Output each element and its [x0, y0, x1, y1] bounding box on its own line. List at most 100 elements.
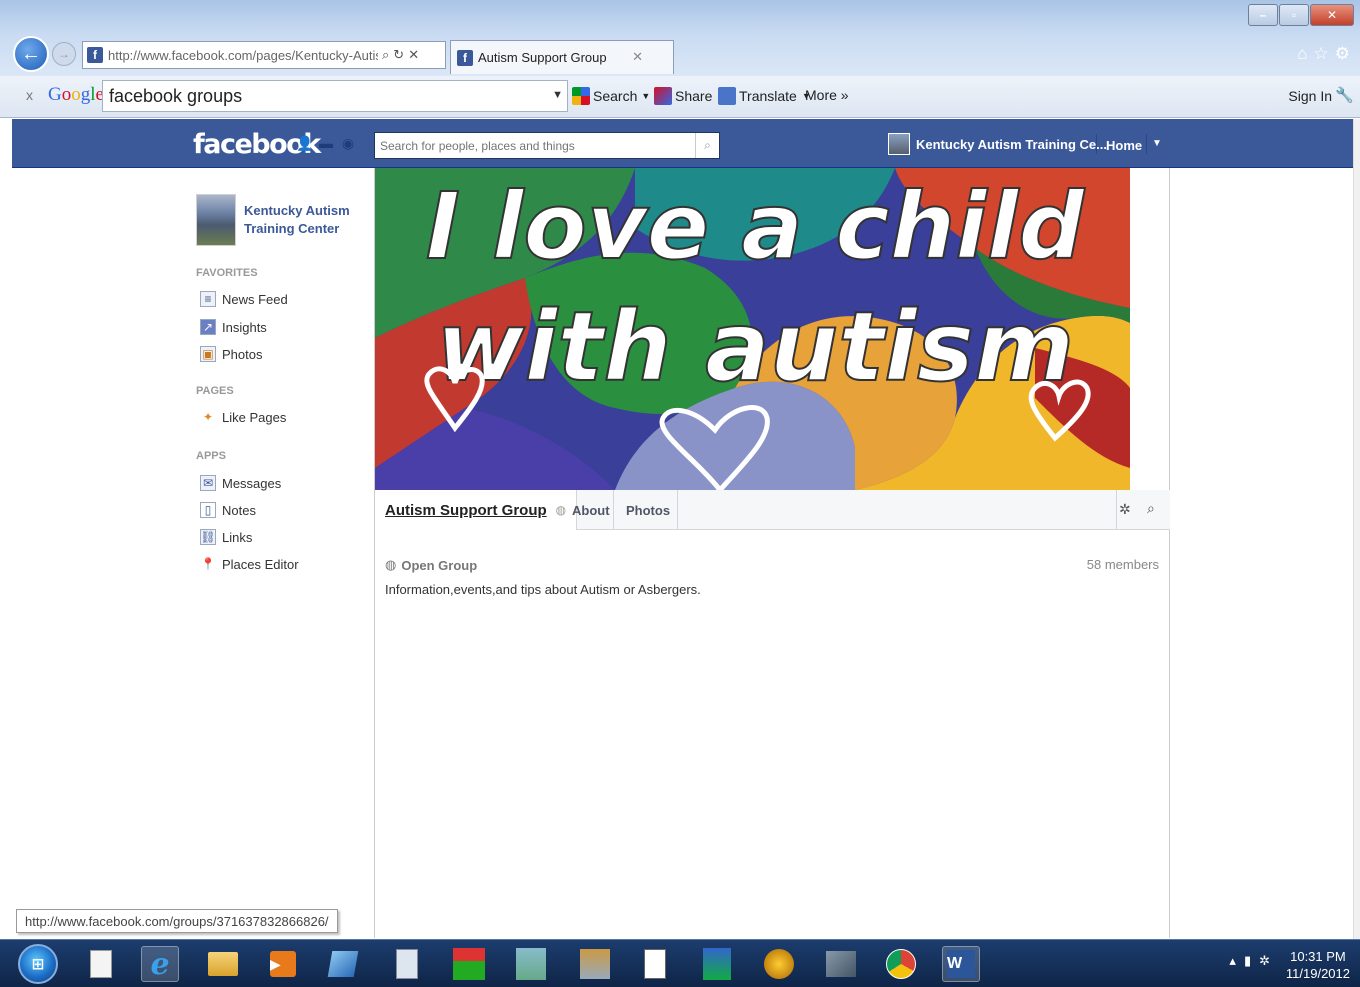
- network-icon[interactable]: ▮: [1244, 953, 1259, 968]
- messages-jewel-icon[interactable]: ▬: [318, 135, 334, 151]
- tab-close-icon[interactable]: ✕: [632, 49, 643, 65]
- back-button[interactable]: ←: [13, 36, 49, 72]
- wrench-icon[interactable]: 🔧: [1335, 86, 1354, 104]
- home-link[interactable]: Home: [1106, 138, 1142, 153]
- page-thumbnail[interactable]: [196, 194, 236, 246]
- notes-icon: ▯: [200, 502, 216, 518]
- profile-avatar: [888, 133, 910, 155]
- sidebar-item-notes[interactable]: ▯ Notes: [200, 502, 256, 518]
- close-window-button[interactable]: ✕: [1310, 4, 1354, 26]
- game-character-icon[interactable]: [698, 946, 736, 982]
- cover-image: I love a child with autism: [375, 168, 1130, 490]
- share-button[interactable]: Share: [654, 87, 712, 105]
- group-name-tab[interactable]: Autism Support Group ◍: [375, 490, 578, 530]
- internet-explorer-icon[interactable]: e: [141, 946, 179, 982]
- more-button[interactable]: More »: [805, 87, 849, 103]
- facebook-search-input[interactable]: [380, 138, 690, 153]
- dropbox-icon[interactable]: ✲: [1259, 953, 1278, 968]
- notepad-icon[interactable]: [82, 946, 120, 982]
- group-content: I love a child with autism Autism Suppor…: [374, 168, 1170, 938]
- system-tray: ▴▮✲: [1229, 953, 1278, 969]
- game-bird-icon[interactable]: [760, 946, 798, 982]
- browser-tab[interactable]: f Autism Support Group ✕: [450, 40, 674, 74]
- section-title-apps: APPS: [196, 450, 226, 462]
- media-player-icon[interactable]: ▶: [264, 946, 302, 982]
- game-crocodile-icon[interactable]: [450, 946, 488, 982]
- header-divider: [1146, 134, 1147, 154]
- game-cat-icon[interactable]: [576, 946, 614, 982]
- start-button[interactable]: ⊞: [18, 944, 58, 984]
- sign-in-link[interactable]: Sign In: [1288, 88, 1332, 104]
- translate-button[interactable]: Translate ▼: [718, 87, 811, 105]
- section-title-favorites: FAVORITES: [196, 267, 258, 279]
- file-explorer-icon[interactable]: [204, 946, 242, 982]
- tab-photos[interactable]: Photos: [626, 490, 670, 530]
- calculator-icon[interactable]: [388, 946, 426, 982]
- word-icon[interactable]: W: [942, 946, 980, 982]
- like-pages-icon: ✦: [202, 410, 214, 424]
- notifications-globe-icon[interactable]: ◉: [340, 135, 356, 151]
- refresh-icon[interactable]: ↻: [393, 47, 404, 63]
- account-menu-chevron-down-icon[interactable]: ▼: [1152, 138, 1162, 149]
- globe-icon: ◍: [385, 557, 397, 572]
- friend-requests-icon[interactable]: 👤: [296, 135, 313, 151]
- facebook-header: facebook 👤 ▬ ◉ ⌕ Kentucky Autism Trainin…: [12, 119, 1354, 168]
- page-name-link[interactable]: Kentucky Autism Training Center: [244, 202, 364, 238]
- sidebar-item-photos[interactable]: ▣ Photos: [200, 346, 262, 362]
- favorites-star-icon[interactable]: ☆: [1314, 44, 1335, 63]
- movie-maker-icon[interactable]: [822, 946, 860, 982]
- search-icon[interactable]: ⌕: [695, 133, 719, 158]
- google-search-input[interactable]: facebook groups ▼: [102, 80, 568, 112]
- gear-icon[interactable]: ✲: [1119, 501, 1131, 518]
- search-icon[interactable]: ⌕: [1147, 500, 1155, 517]
- facebook-favicon-icon: f: [87, 47, 103, 63]
- group-description: Information,events,and tips about Autism…: [385, 582, 701, 597]
- group-name[interactable]: Autism Support Group: [385, 502, 547, 519]
- page-scrollbar[interactable]: [1353, 119, 1360, 939]
- sidebar-item-like-pages[interactable]: ✦ Like Pages: [200, 409, 286, 425]
- minimize-button[interactable]: –: [1248, 4, 1278, 26]
- forward-button[interactable]: →: [52, 42, 76, 66]
- sidebar-item-messages[interactable]: ✉ Messages: [200, 475, 281, 491]
- section-title-pages: PAGES: [196, 385, 234, 397]
- sidebar-item-links[interactable]: ⛓ Links: [200, 529, 252, 545]
- dropdown-arrow-icon[interactable]: ▼: [552, 89, 563, 101]
- settings-gear-icon[interactable]: ⚙: [1335, 44, 1356, 63]
- back-arrow-icon: ←: [21, 42, 41, 65]
- home-icon[interactable]: ⌂: [1297, 44, 1313, 63]
- tray-expand-icon[interactable]: ▴: [1229, 953, 1244, 968]
- tab-divider: [613, 490, 614, 530]
- toolbar-close-icon[interactable]: x: [26, 87, 33, 103]
- sidebar-item-news-feed[interactable]: ≡ News Feed: [200, 291, 288, 307]
- profile-name: Kentucky Autism Training Ce...: [916, 136, 1107, 152]
- sidebar-item-insights[interactable]: ↗ Insights: [200, 319, 267, 335]
- google-toolbar: x Google facebook groups ▼ Search ▼ Share…: [0, 76, 1360, 118]
- paint-icon[interactable]: [324, 946, 362, 982]
- sidebar-item-places-editor[interactable]: 📍 Places Editor: [200, 556, 299, 572]
- stop-icon[interactable]: ✕: [408, 47, 419, 63]
- chrome-icon[interactable]: [882, 946, 920, 982]
- google-search-value[interactable]: facebook groups: [109, 86, 242, 107]
- profile-link[interactable]: Kentucky Autism Training Ce...: [888, 133, 1107, 155]
- tab-about[interactable]: About: [572, 490, 610, 530]
- places-editor-icon: 📍: [200, 557, 216, 571]
- tab-divider: [677, 490, 678, 530]
- links-icon: ⛓: [200, 529, 216, 545]
- facebook-search[interactable]: ⌕: [374, 132, 720, 159]
- search-icon[interactable]: ⌕: [382, 47, 389, 63]
- address-url[interactable]: http://www.facebook.com/pages/Kentucky-A…: [108, 48, 378, 63]
- taskbar-clock[interactable]: 10:31 PM 11/19/2012: [1286, 948, 1350, 982]
- cover-text-line1: I love a child: [426, 173, 1086, 280]
- document-viewer-icon[interactable]: [636, 946, 674, 982]
- left-sidebar: Kentucky Autism Training Center FAVORITE…: [12, 168, 374, 938]
- restore-button[interactable]: ▫: [1279, 4, 1309, 26]
- google-search-icon: [572, 87, 590, 105]
- address-bar[interactable]: f http://www.facebook.com/pages/Kentucky…: [82, 41, 446, 69]
- windows-logo-icon: ⊞: [31, 956, 45, 973]
- cover-photo[interactable]: I love a child with autism: [375, 168, 1130, 490]
- globe-icon: ◍: [555, 503, 567, 517]
- member-count[interactable]: 58 members: [1087, 557, 1159, 572]
- game-cow-icon[interactable]: [512, 946, 550, 982]
- google-search-button[interactable]: Search ▼: [572, 87, 650, 105]
- tab-divider: [1116, 490, 1117, 530]
